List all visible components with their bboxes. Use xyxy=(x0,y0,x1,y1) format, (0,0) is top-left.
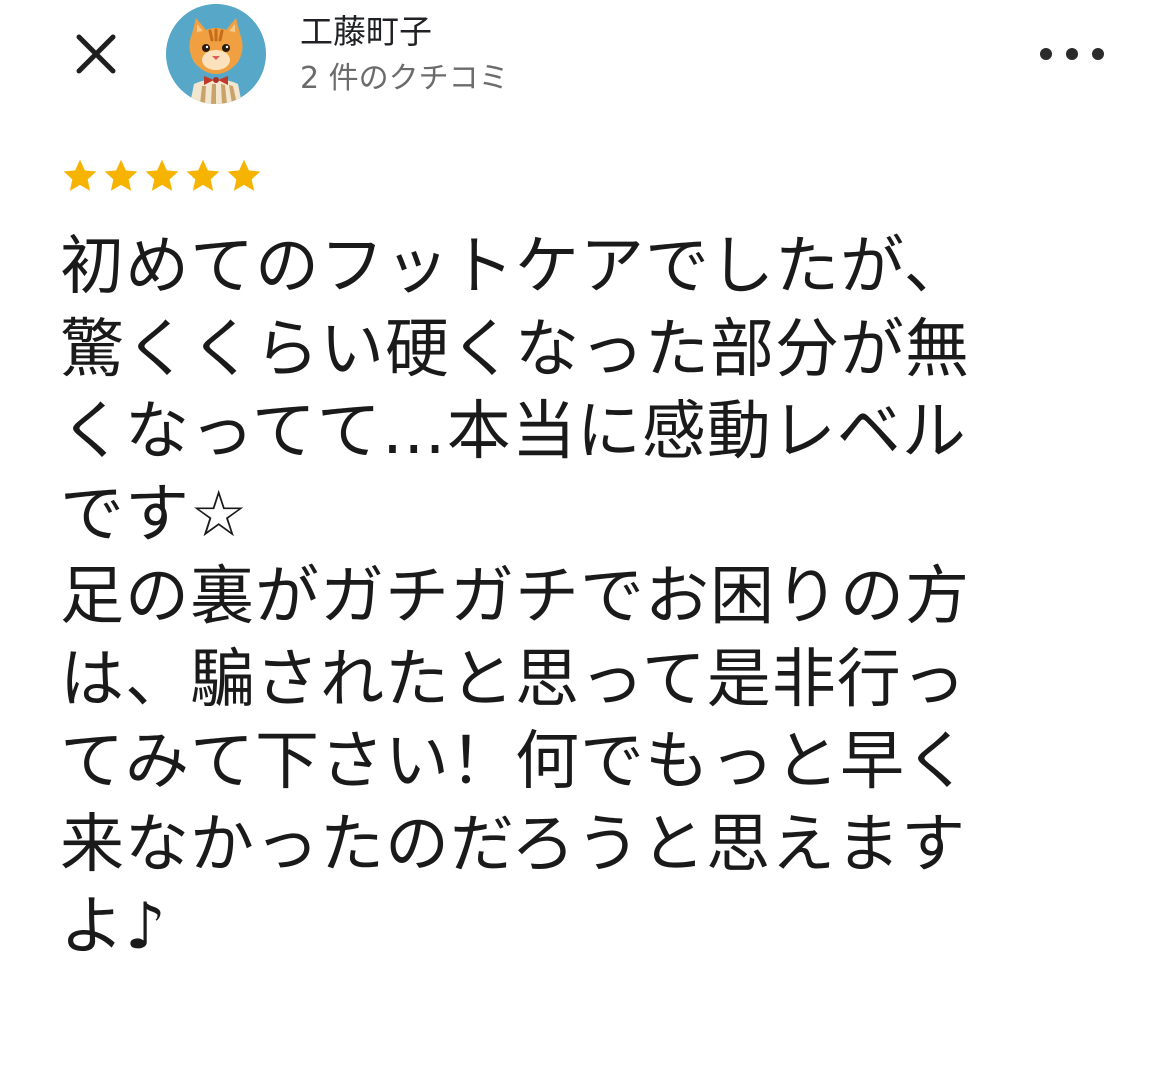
more-horizontal-icon xyxy=(1040,48,1052,60)
avatar[interactable] xyxy=(166,4,266,104)
star-icon xyxy=(145,159,179,191)
star-rating xyxy=(60,152,264,200)
more-horizontal-icon xyxy=(1066,48,1078,60)
more-horizontal-icon xyxy=(1092,48,1104,60)
review-text: 初めてのフットケアでしたが、 驚くくらい硬くなった部分が無 くなってて…本当に感… xyxy=(60,230,970,964)
star-icon xyxy=(227,159,261,191)
more-options-button[interactable] xyxy=(1040,36,1104,72)
review-count: 2 件のクチコミ xyxy=(300,61,509,96)
cat-avatar-icon xyxy=(166,4,266,104)
star-icon xyxy=(63,159,97,191)
star-icon xyxy=(186,159,220,191)
review-detail-page: 工藤町子 2 件のクチコミ 初めてのフットケアでしたが、 驚くくらい硬くなった部… xyxy=(0,0,1169,1078)
star-icon xyxy=(104,159,138,191)
close-button[interactable] xyxy=(66,24,126,84)
reviewer-name[interactable]: 工藤町子 xyxy=(300,10,432,54)
close-icon xyxy=(76,34,116,74)
